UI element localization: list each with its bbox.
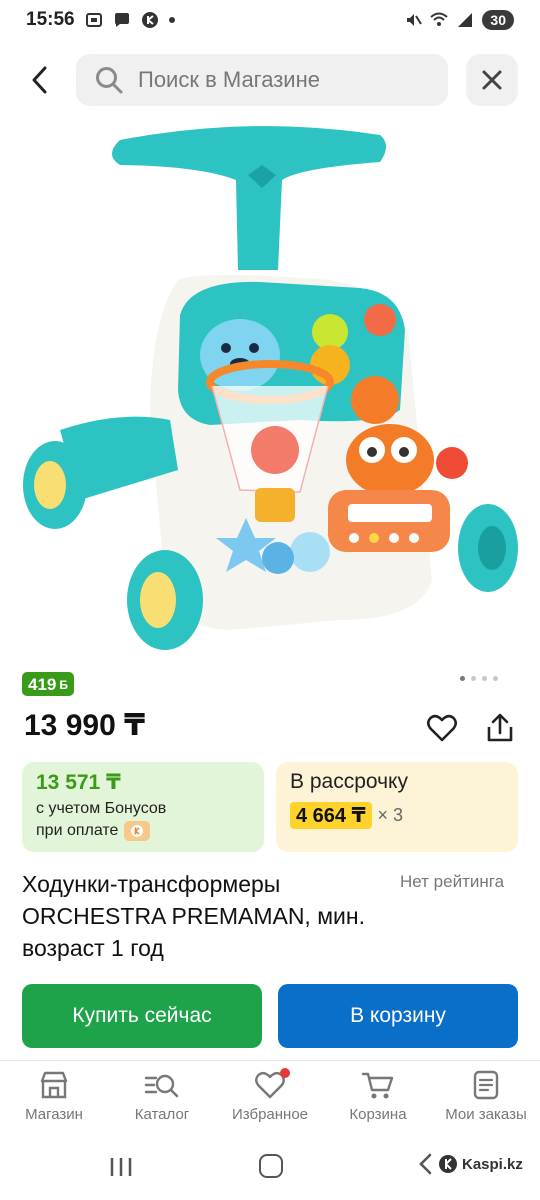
catalog-search-icon [144,1074,179,1098]
bonus-price-card[interactable]: 13 571 ₸ с учетом Бонусов при оплате [22,762,264,852]
pager-dot [482,676,487,681]
battery-indicator: 30 [482,10,514,30]
recent-apps-button[interactable] [108,1156,134,1178]
pager-dot [471,676,476,681]
buy-now-button[interactable]: Купить сейчас [22,984,262,1048]
heart-icon [427,714,457,742]
system-back-button[interactable]: Kaspi.kz [416,1152,523,1176]
image-pager [460,676,498,681]
product-rating[interactable]: Нет рейтинга [400,872,504,892]
nav-item-shop[interactable]: Магазин [0,1064,108,1140]
nav-label: Избранное [231,1106,309,1123]
notification-badge [280,1068,290,1078]
pager-dot [460,676,465,681]
nav-item-favorites[interactable]: Избранное [216,1064,324,1140]
mute-icon [407,14,423,26]
installment-card[interactable]: В рассрочку 4 664 ₸ × 3 [276,762,518,852]
bonus-badge-value: 419 [28,675,57,694]
share-icon [487,713,513,742]
kaspi-logo-icon [439,1155,457,1173]
installment-amount: 4 664 ₸ [290,802,372,829]
notification-dot-icon [168,17,175,23]
wifi-icon [430,12,449,26]
share-button[interactable] [482,710,518,746]
installment-title: В рассрочку [290,770,408,793]
search-input[interactable] [138,67,428,93]
chat-icon [114,13,129,27]
nav-label: Корзина [349,1106,407,1123]
pager-dot [493,676,498,681]
product-price: 13 990 ₸ [24,709,145,742]
product-image[interactable] [0,120,540,665]
divider [0,1060,540,1061]
search-header [0,54,540,106]
bonus-price-amount: 13 571 ₸ [36,771,121,794]
nav-item-orders[interactable]: Мои заказы [432,1064,540,1140]
chevron-left-icon [32,66,47,94]
add-to-cart-button[interactable]: В корзину [278,984,518,1048]
status-time: 15:56 [26,9,75,30]
status-bar: 15:56 30 [0,0,540,40]
signal-icon [458,13,473,27]
nav-label: Каталог [134,1106,190,1123]
recent-apps-icon [110,1158,132,1176]
system-nav-bar: Kaspi.kz [0,1148,540,1188]
nav-item-cart[interactable]: Корзина [324,1064,432,1140]
baby-walker-image [23,126,518,650]
kaspi-pay-icon [124,821,151,841]
kaspi-status-icon [141,12,158,28]
brand-name: Kaspi.kz [462,1155,523,1173]
close-icon [482,70,502,90]
back-button[interactable] [22,62,58,98]
bonus-price-line2: при оплате [36,821,250,841]
favorite-button[interactable] [424,710,460,746]
product-title: Ходунки-трансформеры ORCHESTRA PREMAMAN,… [22,871,365,961]
installment-multiplier: × 3 [377,805,404,825]
bonus-price-line1-text: с учетом Бонусов [36,800,167,817]
bonus-badge-mark: Б [59,678,68,692]
home-button[interactable] [259,1154,283,1178]
nav-label: Мои заказы [445,1106,527,1123]
orders-icon [473,1070,499,1100]
search-icon [96,67,123,94]
back-chevron-icon [419,1153,432,1175]
screenshot-icon [85,13,102,27]
nav-item-catalog[interactable]: Каталог [108,1064,216,1140]
shop-icon [40,1071,68,1099]
bonus-badge: 419 Б [22,672,74,696]
bottom-nav: Магазин Каталог Избранное Корзина Мои за… [0,1064,540,1140]
close-search-button[interactable] [466,54,518,106]
nav-label: Магазин [25,1106,83,1123]
bonus-price-line1: с учетом Бонусов [36,800,250,818]
bonus-price-line2-text: при оплате [36,822,119,839]
cart-icon [361,1072,394,1099]
search-box[interactable] [76,54,448,106]
